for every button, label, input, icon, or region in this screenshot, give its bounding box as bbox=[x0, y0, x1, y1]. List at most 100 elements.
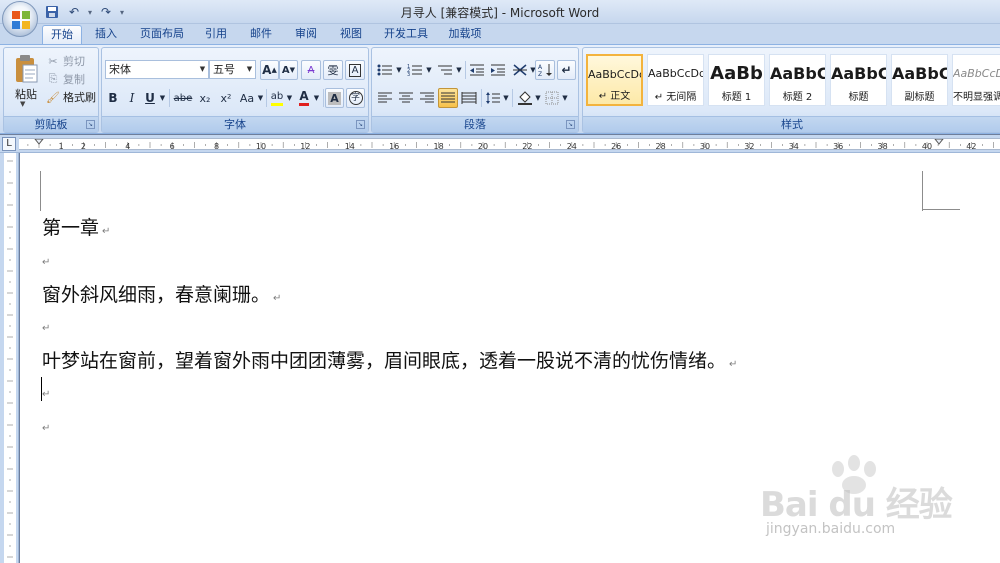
highlight-dropdown-icon[interactable]: ▼ bbox=[285, 88, 294, 108]
font-size-dropdown-icon[interactable]: ▼ bbox=[244, 61, 255, 78]
first-line-indent-marker[interactable] bbox=[33, 138, 45, 145]
ruler-number: 28 bbox=[656, 142, 666, 151]
ruler-number: 34 bbox=[789, 142, 799, 151]
style-title[interactable]: AaBbC 标题 bbox=[830, 54, 887, 106]
grow-font-button[interactable]: A ▲ bbox=[260, 60, 279, 80]
font-color-dropdown-icon[interactable]: ▼ bbox=[312, 88, 321, 108]
font-color-button[interactable]: A bbox=[295, 88, 313, 108]
clipboard-launcher-icon[interactable]: ↘ bbox=[86, 120, 95, 129]
style-sample: AaBbC bbox=[892, 64, 947, 83]
justify-button[interactable] bbox=[438, 88, 458, 108]
show-marks-button[interactable]: ↵ bbox=[557, 60, 576, 80]
borders-button[interactable] bbox=[542, 88, 562, 108]
font-group-label: 字体 bbox=[102, 116, 368, 132]
highlight-button[interactable]: ab bbox=[268, 88, 286, 108]
right-indent-marker[interactable] bbox=[933, 138, 945, 145]
empty-paragraph[interactable]: ↵ bbox=[42, 423, 50, 434]
style-sample: AaBbCcDd bbox=[953, 67, 1000, 80]
tab-references[interactable]: 引用 bbox=[196, 25, 236, 44]
clear-formatting-button[interactable]: A bbox=[301, 60, 321, 80]
format-painter-button[interactable]: 🖌 格式刷 bbox=[46, 89, 96, 105]
ruler-number: 38 bbox=[878, 142, 888, 151]
phonetic-guide-button[interactable]: 雯 bbox=[323, 60, 343, 80]
bullets-button[interactable] bbox=[375, 60, 395, 80]
highlighter-icon: ab bbox=[270, 91, 284, 106]
character-border-label: A bbox=[348, 63, 362, 77]
cut-button[interactable]: ✂ 剪切 bbox=[46, 53, 85, 69]
underline-button[interactable]: U bbox=[142, 88, 158, 108]
change-case-dropdown-icon[interactable]: ▼ bbox=[256, 88, 265, 108]
style-name: ↵ 正文 bbox=[598, 91, 631, 102]
bullets-dropdown-icon[interactable]: ▼ bbox=[395, 60, 403, 80]
grow-font-label: A bbox=[262, 63, 272, 77]
strikethrough-button[interactable]: abe bbox=[172, 88, 194, 108]
tab-addins[interactable]: 加载项 bbox=[440, 25, 490, 44]
tab-mailings[interactable]: 邮件 bbox=[241, 25, 281, 44]
style-heading-1[interactable]: AaBb 标题 1 bbox=[708, 54, 765, 106]
shrink-font-button[interactable]: A ▼ bbox=[279, 60, 298, 80]
tab-view[interactable]: 视图 bbox=[331, 25, 371, 44]
change-case-button[interactable]: Aa bbox=[237, 88, 257, 108]
tab-home[interactable]: 开始 bbox=[42, 25, 82, 44]
style-normal[interactable]: AaBbCcDd ↵ 正文 bbox=[586, 54, 643, 106]
paste-dropdown-icon[interactable]: ▼ bbox=[20, 100, 25, 108]
font-size-combo[interactable]: 五号 ▼ bbox=[209, 60, 256, 79]
paragraph[interactable]: 叶梦站在窗前，望着窗外雨中团团薄雾，眉间眼底，透着一股说不清的忧伤情绪。 ↵ bbox=[42, 346, 737, 373]
numbering-dropdown-icon[interactable]: ▼ bbox=[425, 60, 433, 80]
copy-icon: ⎘ bbox=[48, 72, 58, 85]
line-spacing-button[interactable] bbox=[483, 88, 503, 108]
empty-paragraph[interactable]: ↵ bbox=[42, 257, 50, 268]
character-shading-button[interactable]: A bbox=[325, 88, 344, 108]
paragraph-launcher-icon[interactable]: ↘ bbox=[566, 120, 575, 129]
ribbon-tabs: 开始 插入 页面布局 引用 邮件 审阅 视图 开发工具 加载项 bbox=[0, 24, 1000, 44]
shading-button[interactable] bbox=[515, 88, 535, 108]
superscript-button[interactable]: x² bbox=[216, 88, 236, 108]
numbering-button[interactable]: 123 bbox=[405, 60, 425, 80]
align-left-button[interactable] bbox=[375, 88, 395, 108]
style-subtle-emphasis[interactable]: AaBbCcDd 不明显强调 bbox=[952, 54, 1000, 106]
office-button[interactable] bbox=[2, 1, 38, 37]
enclose-characters-button[interactable]: 字 bbox=[346, 88, 365, 108]
paragraph[interactable]: 窗外斜风细雨，春意阑珊。 ↵ bbox=[42, 280, 281, 307]
multilevel-list-button[interactable] bbox=[435, 60, 455, 80]
font-launcher-icon[interactable]: ↘ bbox=[356, 120, 365, 129]
sort-button[interactable]: AZ bbox=[535, 60, 555, 80]
paste-button[interactable]: 粘贴 bbox=[12, 86, 40, 102]
bold-button[interactable]: B bbox=[104, 88, 122, 108]
tab-review[interactable]: 审阅 bbox=[286, 25, 326, 44]
line-spacing-dropdown-icon[interactable]: ▼ bbox=[502, 88, 510, 108]
subscript-button[interactable]: x₂ bbox=[195, 88, 215, 108]
decrease-indent-button[interactable] bbox=[467, 60, 487, 80]
borders-dropdown-icon[interactable]: ▼ bbox=[561, 88, 569, 108]
align-right-button[interactable] bbox=[417, 88, 437, 108]
chinese-layout-button[interactable] bbox=[510, 60, 530, 80]
paste-icon[interactable] bbox=[14, 54, 38, 84]
style-heading-2[interactable]: AaBbC 标题 2 bbox=[769, 54, 826, 106]
underline-dropdown-icon[interactable]: ▼ bbox=[158, 88, 167, 108]
tab-developer[interactable]: 开发工具 bbox=[378, 25, 434, 44]
increase-indent-button[interactable] bbox=[488, 60, 508, 80]
ruler-number: 14 bbox=[345, 142, 355, 151]
tab-selector-icon[interactable]: L bbox=[2, 137, 16, 151]
align-center-icon bbox=[399, 92, 413, 103]
style-subtitle[interactable]: AaBbC 副标题 bbox=[891, 54, 948, 106]
character-border-button[interactable]: A bbox=[345, 60, 365, 80]
ruler-number: 8 bbox=[214, 142, 219, 151]
shading-dropdown-icon[interactable]: ▼ bbox=[534, 88, 542, 108]
font-name-dropdown-icon[interactable]: ▼ bbox=[197, 61, 208, 78]
paragraph-heading[interactable]: 第一章 ↵ bbox=[42, 213, 110, 240]
align-center-button[interactable] bbox=[396, 88, 416, 108]
ruler-number: 22 bbox=[522, 142, 532, 151]
vertical-ruler[interactable] bbox=[0, 153, 19, 563]
tab-insert[interactable]: 插入 bbox=[86, 25, 126, 44]
empty-paragraph[interactable]: ↵ bbox=[42, 389, 50, 400]
distributed-button[interactable] bbox=[459, 88, 479, 108]
tab-page-layout[interactable]: 页面布局 bbox=[134, 25, 190, 44]
empty-paragraph[interactable]: ↵ bbox=[42, 323, 50, 334]
font-name-combo[interactable]: 宋体 ▼ bbox=[105, 60, 209, 79]
horizontal-ruler[interactable]: L 1 2 4 6 8 10 12 14 16 18 20 22 24 26 28 30 32 34 36 38 40 4… bbox=[0, 135, 1000, 153]
multilevel-dropdown-icon[interactable]: ▼ bbox=[455, 60, 463, 80]
copy-button[interactable]: ⎘ 复制 bbox=[46, 71, 85, 87]
style-no-spacing[interactable]: AaBbCcDd ↵ 无间隔 bbox=[647, 54, 704, 106]
italic-button[interactable]: I bbox=[123, 88, 141, 108]
